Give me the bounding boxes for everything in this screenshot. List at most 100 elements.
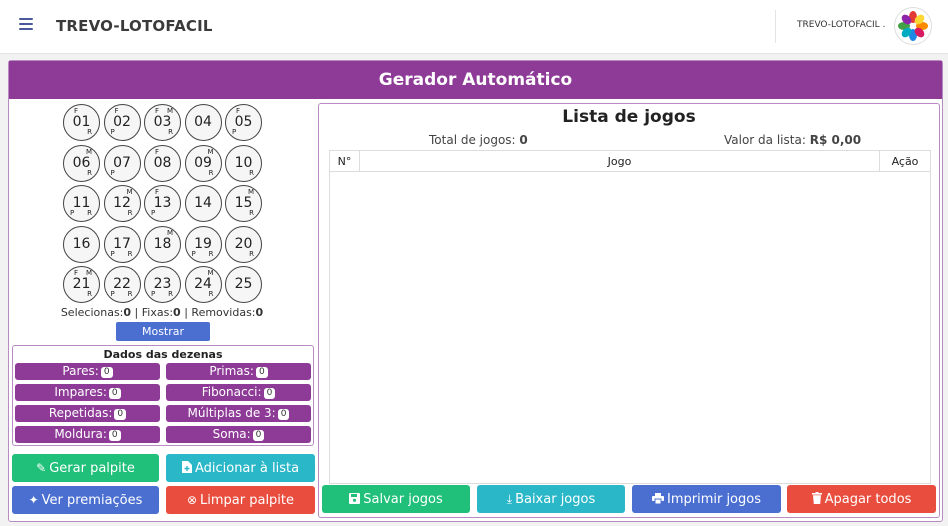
ball-marker-r: R (168, 128, 173, 136)
ball-number: 03 (153, 114, 172, 130)
ball-marker-m: M (207, 147, 214, 156)
stat-label: Repetidas: (48, 406, 113, 420)
button-label: Gerar palpite (49, 461, 135, 476)
stat-multiplas-3: Múltiplas de 3: 0 (166, 405, 311, 422)
column-header-action: Ação (880, 151, 930, 172)
stat-badge: 0 (252, 430, 265, 441)
number-ball[interactable]: 21 F M R (63, 266, 100, 303)
ball-number: 25 (234, 276, 253, 292)
delete-all-button[interactable]: Apagar todos (787, 485, 936, 513)
number-ball[interactable]: 16 (63, 225, 100, 263)
stat-badge: 0 (108, 388, 121, 399)
number-ball[interactable]: 09 M R (184, 144, 222, 182)
panel-title: Gerador Automático (9, 61, 942, 99)
pencil-icon: ✎ (36, 461, 47, 475)
stat-label: Múltiplas de 3: (187, 406, 276, 420)
ball-number: 20 (234, 235, 253, 252)
number-ball[interactable]: 08 F (144, 144, 181, 182)
ball-number: 10 (234, 154, 253, 171)
number-ball[interactable]: 07 P (103, 144, 141, 182)
fixas-label: Fixas: (141, 306, 174, 319)
ball-number: 16 (72, 235, 91, 252)
number-ball[interactable]: 14 (184, 185, 222, 222)
stat-repetidas: Repetidas: 0 (15, 405, 160, 422)
printer-icon (651, 485, 664, 513)
number-ball[interactable]: 20 R (225, 225, 262, 263)
ball-marker-m: M (166, 228, 173, 237)
clover-logo-icon[interactable] (895, 8, 931, 44)
save-games-button[interactable]: Salvar jogos (322, 485, 470, 513)
ball-marker-r: R (87, 290, 92, 298)
number-ball[interactable]: 17 P R (103, 225, 141, 263)
ball-number: 18 (153, 235, 172, 252)
number-ball[interactable]: 05 F P (225, 104, 262, 141)
ball-marker-m: M (207, 269, 214, 277)
ball-marker-p: P (151, 209, 156, 217)
number-ball[interactable]: 02 F P (103, 104, 141, 141)
ball-number: 09 (194, 154, 212, 171)
ball-marker-f: F (74, 107, 79, 115)
number-ball[interactable]: 25 (225, 266, 262, 303)
number-ball[interactable]: 03 F M R (144, 104, 181, 141)
ball-number: 21 (72, 276, 91, 292)
trash-icon (811, 485, 822, 513)
ball-number: 06 (72, 154, 91, 171)
number-ball[interactable]: 18 M (144, 225, 181, 263)
selecionas-value: 0 (123, 306, 132, 319)
stat-impares: Impares: 0 (15, 384, 160, 401)
number-ball[interactable]: 15 M R (225, 185, 262, 222)
number-ball[interactable]: 24 M R (184, 266, 222, 303)
download-games-button[interactable]: ⤓ Baixar jogos (477, 485, 625, 513)
show-legend-button[interactable]: Mostrar legendas (116, 322, 210, 357)
number-ball[interactable]: 04 (184, 104, 222, 141)
ball-marker-m: M (166, 107, 173, 115)
top-navbar: TREVO-LOTOFACIL TREVO-LOTOFACIL . (0, 0, 948, 54)
stat-label: Fibonacci: (201, 385, 262, 399)
number-ball[interactable]: 23 P R (144, 266, 181, 303)
total-games: Total de jogos: 0 (429, 133, 528, 147)
games-table: N° Jogo Ação (329, 150, 931, 484)
ball-marker-m: M (85, 147, 92, 156)
number-ball[interactable]: 06 M R (63, 144, 100, 182)
selecionas-label: Selecionas: (60, 306, 124, 319)
total-label: Total de jogos: (429, 133, 516, 147)
download-icon: ⤓ (506, 492, 513, 506)
removidas-label: Removidas: (191, 306, 256, 319)
ball-marker-p: P (110, 128, 115, 136)
view-prizes-button[interactable]: ✦ Ver premiações (12, 486, 159, 514)
ball-number: 08 (153, 154, 172, 171)
games-list-title: Lista de jogos (562, 107, 696, 127)
ball-marker-r: R (208, 168, 214, 177)
selection-counts: Selecionas:0 | Fixas:0 | Removidas:0 (12, 306, 312, 319)
stat-label: Moldura: (54, 427, 107, 441)
ball-number: 14 (194, 195, 212, 211)
ball-marker-f: F (155, 147, 160, 156)
button-label: Baixar jogos (515, 492, 596, 507)
clear-guess-button[interactable]: ⊗ Limpar palpite (166, 486, 315, 514)
number-ball[interactable]: 22 P R (103, 266, 141, 303)
generate-guess-button[interactable]: ✎ Gerar palpite (12, 454, 159, 482)
user-name[interactable]: TREVO-LOTOFACIL . (797, 20, 885, 30)
ball-marker-f: F (236, 107, 241, 115)
ball-marker-r: R (208, 249, 214, 258)
ball-marker-p: P (110, 249, 115, 258)
ball-marker-p: P (110, 290, 115, 298)
number-ball[interactable]: 19 P R (184, 225, 222, 263)
ball-marker-p: P (151, 290, 156, 298)
button-label: Apagar todos (824, 492, 912, 507)
brand-title[interactable]: TREVO-LOTOFACIL (56, 17, 213, 35)
number-ball[interactable]: 01 F R (63, 104, 100, 141)
menu-icon[interactable] (19, 18, 33, 30)
stat-badge: 0 (108, 430, 121, 441)
ball-marker-f: F (155, 188, 160, 196)
stat-label: Soma: (212, 427, 251, 441)
print-games-button[interactable]: Imprimir jogos (632, 485, 781, 513)
ball-marker-m: M (85, 269, 92, 277)
ball-number: 02 (113, 114, 131, 130)
number-ball[interactable]: 10 R (225, 144, 262, 182)
button-label: Limpar palpite (200, 493, 295, 508)
add-to-list-button[interactable]: Adicionar à lista (166, 454, 315, 482)
number-ball[interactable]: 11 P R (63, 185, 100, 222)
number-ball[interactable]: 13 F P (144, 185, 181, 222)
number-ball[interactable]: 12 M R (103, 185, 141, 222)
